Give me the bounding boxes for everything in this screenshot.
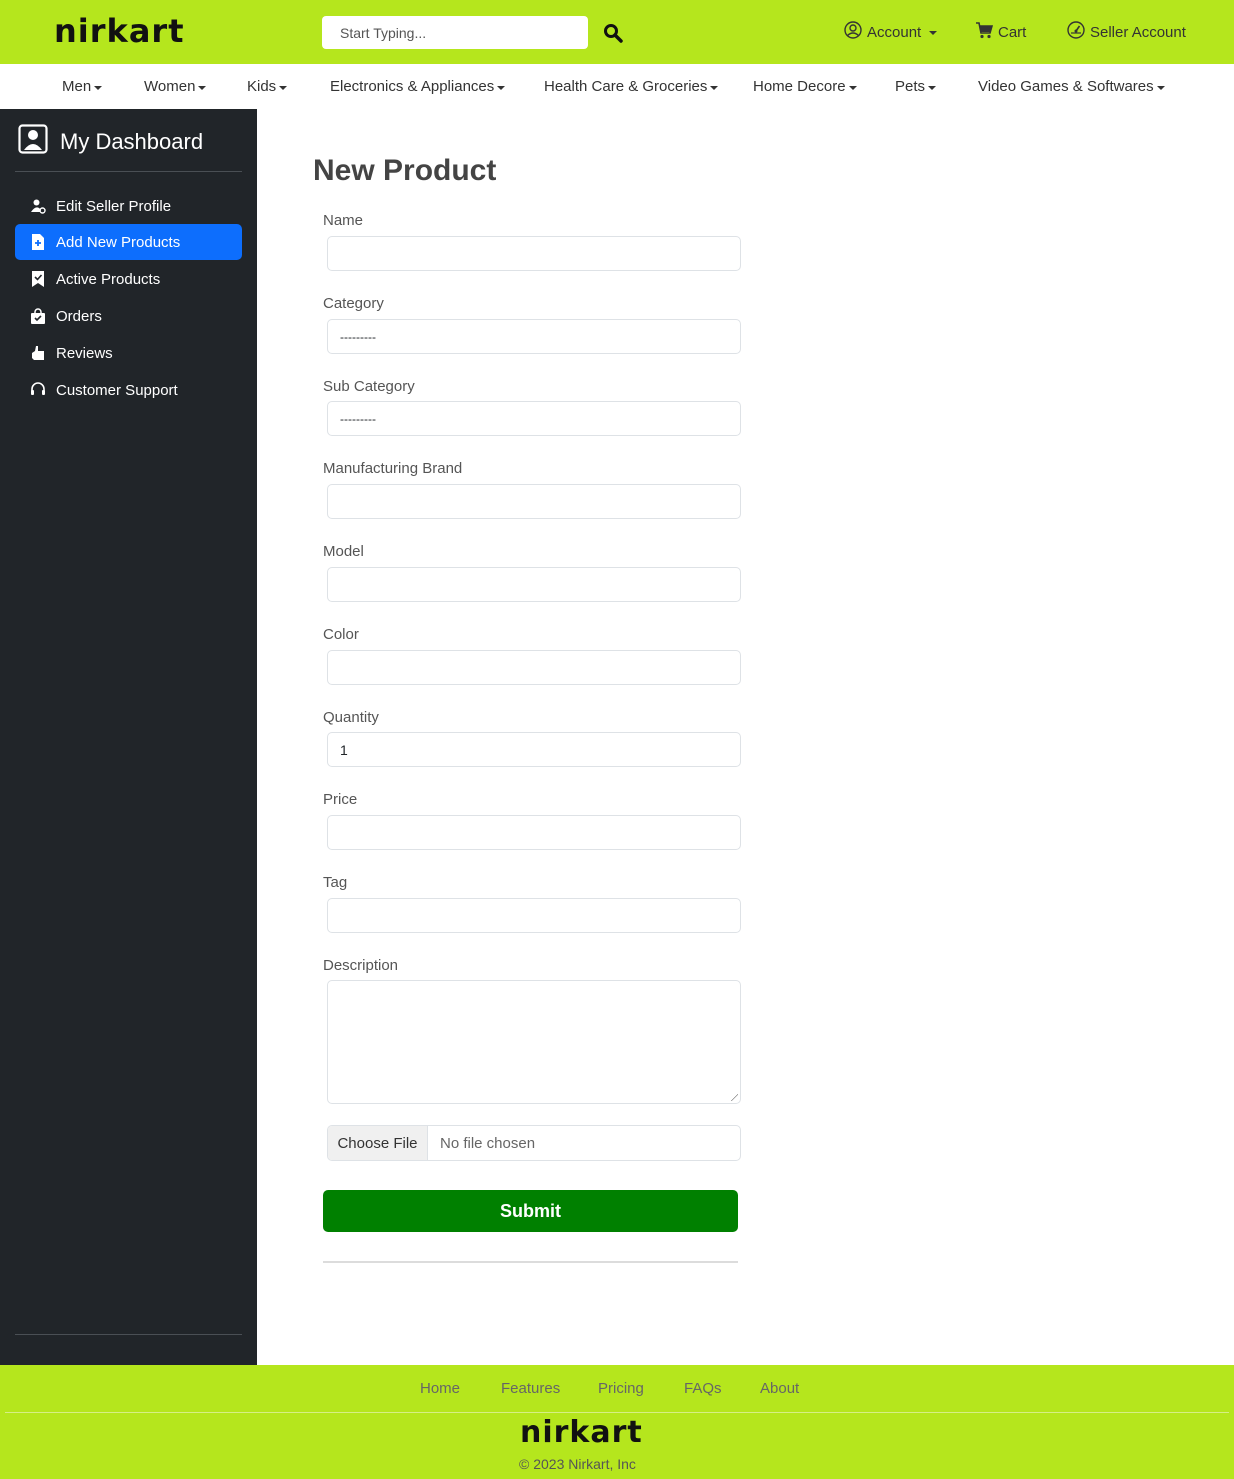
search-icon[interactable] (600, 20, 626, 46)
brand-label: Manufacturing Brand (323, 460, 463, 477)
page-title: New Product (313, 154, 497, 187)
headset-icon (30, 382, 46, 398)
sidebar-item-label: Orders (56, 307, 102, 325)
category-video-games[interactable]: Video Games & Softwares (978, 78, 1165, 95)
file-plus-icon (30, 234, 46, 250)
seller-account-link[interactable]: Seller Account (1067, 20, 1186, 44)
color-label: Color (323, 626, 359, 643)
chevron-down-icon (497, 85, 506, 90)
sidebar-item-label: Edit Seller Profile (56, 197, 172, 215)
color-input[interactable] (327, 650, 741, 685)
tag-input[interactable] (327, 898, 741, 933)
footer-link-features[interactable]: Features (501, 1380, 560, 1397)
submit-button[interactable]: Submit (323, 1190, 738, 1232)
category-label: Kids (247, 78, 277, 95)
chevron-down-icon (1156, 85, 1165, 90)
category-label: Health Care & Groceries (544, 78, 708, 95)
resize-handle-icon[interactable] (730, 1093, 738, 1101)
name-label: Name (323, 212, 364, 229)
chevron-down-icon (94, 85, 103, 90)
model-label: Model (323, 543, 364, 560)
footer-link-pricing[interactable]: Pricing (598, 1380, 644, 1397)
category-electronics[interactable]: Electronics & Appliances (330, 78, 506, 95)
category-select[interactable]: --------- (327, 319, 741, 354)
copyright: © 2023 Nirkart, Inc (519, 1456, 636, 1472)
user-gear-icon (30, 198, 46, 214)
cart-link[interactable]: Cart (975, 20, 1026, 44)
category-label: Home Decore (753, 78, 846, 95)
category-home-decore[interactable]: Home Decore (753, 78, 857, 95)
footer: Home Features Pricing FAQs About nirkart… (0, 1365, 1234, 1479)
speedometer-icon (1067, 21, 1085, 43)
subcategory-label: Sub Category (323, 378, 415, 395)
sidebar-item-add-products[interactable]: Add New Products (15, 224, 242, 260)
sidebar-divider (15, 171, 242, 172)
chevron-down-icon (848, 85, 857, 90)
sidebar-item-customer-support[interactable]: Customer Support (15, 372, 242, 408)
top-navbar: nirkart Account Cart Seller Account (0, 0, 1234, 64)
footer-link-home[interactable]: Home (420, 1380, 460, 1397)
chevron-down-icon (198, 85, 207, 90)
price-input[interactable] (327, 815, 741, 850)
category-label: Women (144, 78, 196, 95)
dashboard-sidebar: My Dashboard Edit Seller Profile Add New… (0, 109, 257, 1365)
price-label: Price (323, 791, 358, 808)
sidebar-item-label: Customer Support (56, 381, 178, 399)
category-kids[interactable]: Kids (247, 78, 288, 95)
footer-link-about[interactable]: About (760, 1380, 799, 1397)
quantity-input[interactable] (327, 732, 741, 767)
sidebar-item-active-products[interactable]: Active Products (15, 261, 242, 297)
category-label: Category (323, 295, 384, 312)
subcategory-select[interactable]: --------- (327, 401, 741, 436)
user-circle-icon (844, 21, 862, 43)
category-label: Video Games & Softwares (978, 78, 1154, 95)
sidebar-item-label: Active Products (56, 270, 161, 288)
brand-logo[interactable]: nirkart (54, 12, 184, 50)
footer-divider (5, 1412, 1229, 1413)
sidebar-divider (15, 1334, 242, 1335)
file-status: No file chosen (440, 1134, 536, 1152)
account-label: Account (867, 23, 922, 41)
chevron-down-icon (929, 31, 938, 35)
chevron-down-icon (710, 85, 719, 90)
tag-label: Tag (323, 874, 348, 891)
sidebar-item-label: Reviews (56, 344, 113, 362)
sidebar-item-reviews[interactable]: Reviews (15, 335, 242, 371)
file-upload: Choose File No file chosen (327, 1125, 741, 1161)
chevron-down-icon (928, 85, 937, 90)
cart-icon (975, 21, 994, 43)
category-nav: Men Women Kids Electronics & Appliances … (0, 64, 1234, 109)
search-input[interactable] (322, 16, 588, 49)
category-label: Electronics & Appliances (330, 78, 495, 95)
choose-file-button[interactable]: Choose File (328, 1126, 428, 1160)
footer-logo: nirkart (520, 1415, 643, 1450)
chevron-down-icon (279, 85, 288, 90)
sidebar-item-orders[interactable]: Orders (15, 298, 242, 334)
category-health-groceries[interactable]: Health Care & Groceries (544, 78, 719, 95)
bag-check-icon (30, 308, 46, 324)
description-label: Description (323, 957, 399, 974)
quantity-label: Quantity (323, 709, 379, 726)
dashboard-title: My Dashboard (60, 129, 204, 154)
dashboard-heading: My Dashboard (18, 124, 204, 160)
cart-label: Cart (998, 23, 1027, 41)
name-input[interactable] (327, 236, 741, 271)
description-textarea[interactable] (327, 980, 741, 1104)
model-input[interactable] (327, 567, 741, 602)
category-women[interactable]: Women (144, 78, 207, 95)
sidebar-item-edit-profile[interactable]: Edit Seller Profile (15, 188, 242, 224)
thumbs-up-icon (30, 345, 46, 361)
footer-link-faqs[interactable]: FAQs (684, 1380, 722, 1397)
category-label: Pets (895, 78, 926, 95)
user-square-icon (18, 124, 48, 160)
brand-input[interactable] (327, 484, 741, 519)
bookmark-check-icon (30, 271, 46, 287)
category-label: Men (62, 78, 92, 95)
seller-account-label: Seller Account (1090, 23, 1186, 41)
category-pets[interactable]: Pets (895, 78, 937, 95)
account-dropdown[interactable]: Account (844, 20, 938, 44)
form-divider (323, 1261, 738, 1263)
category-men[interactable]: Men (62, 78, 103, 95)
sidebar-item-label: Add New Products (56, 233, 181, 251)
